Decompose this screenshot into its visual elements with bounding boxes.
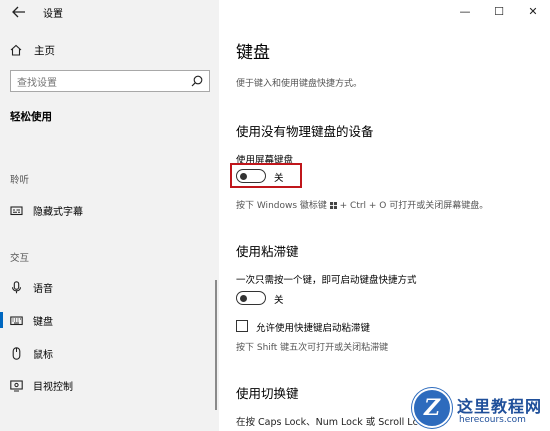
captions-icon <box>10 205 23 215</box>
sidebar-item-keyboard[interactable]: 键盘 <box>0 310 219 330</box>
sidebar-home-label: 主页 <box>34 44 55 57</box>
sidebar-item-label: 鼠标 <box>33 349 53 361</box>
eye-control-icon <box>10 379 23 391</box>
osk-toggle[interactable] <box>236 169 266 183</box>
osk-hint: 按下 Windows 徽标键 + Ctrl + O 可打开或关闭屏幕键盘。 <box>236 198 488 211</box>
osk-hint-before: 按下 Windows 徽标键 <box>236 201 330 211</box>
category-title: 轻松使用 <box>10 111 52 123</box>
sticky-toggle-state: 关 <box>274 295 284 306</box>
mouse-icon <box>12 346 21 360</box>
osk-toggle-state: 关 <box>274 173 284 184</box>
sticky-shortcut-checkbox[interactable] <box>236 320 248 332</box>
sidebar-item-speech[interactable]: 语音 <box>0 277 219 297</box>
window-title: 设置 <box>43 9 63 20</box>
sidebar: 设置 主页 轻松使用 聆听 隐藏式字幕 交互 语音 <box>0 0 219 431</box>
sticky-hint: 按下 Shift 键五次可打开或关闭粘滞键 <box>236 343 389 353</box>
watermark: Z 这里教程网 herecours.com <box>407 386 550 431</box>
page-description: 便于键入和使用键盘快捷方式。 <box>236 79 363 89</box>
sticky-toggle[interactable] <box>236 291 266 305</box>
osk-heading: 使用没有物理键盘的设备 <box>236 124 374 139</box>
watermark-url: herecours.com <box>459 415 526 425</box>
sidebar-scrollbar[interactable] <box>215 280 217 410</box>
sidebar-item-captions[interactable]: 隐藏式字幕 <box>0 200 219 220</box>
sidebar-item-label: 隐藏式字幕 <box>33 206 83 218</box>
sidebar-item-mouse[interactable]: 鼠标 <box>0 343 219 363</box>
sticky-toggle-label: 一次只需按一个键，即可启动键盘快捷方式 <box>236 275 417 286</box>
sidebar-item-label: 语音 <box>33 283 53 295</box>
keyboard-icon <box>10 315 23 325</box>
osk-hint-after: + Ctrl + O 可打开或关闭屏幕键盘。 <box>336 201 489 211</box>
watermark-name: 这里教程网 <box>457 397 543 416</box>
sidebar-item-eye-control[interactable]: 目视控制 <box>0 375 219 395</box>
page-title: 键盘 <box>236 43 270 63</box>
search-icon[interactable] <box>191 75 203 87</box>
sidebar-home[interactable]: 主页 <box>10 42 55 58</box>
sidebar-item-label: 键盘 <box>33 316 53 328</box>
microphone-icon <box>11 280 22 293</box>
home-icon <box>10 44 22 56</box>
sticky-shortcut-checkbox-label: 允许使用快捷键启动粘滞键 <box>256 323 371 334</box>
section-header-hearing: 聆听 <box>10 175 30 186</box>
toggle-keys-heading: 使用切换键 <box>236 386 299 401</box>
watermark-logo-letter: Z <box>423 395 441 421</box>
main-content: 键盘 便于键入和使用键盘快捷方式。 使用没有物理键盘的设备 使用屏幕键盘 关 按… <box>219 0 550 431</box>
watermark-logo: Z <box>412 388 452 428</box>
search-input[interactable] <box>11 73 181 94</box>
sticky-heading: 使用粘滞键 <box>236 244 299 259</box>
section-header-interaction: 交互 <box>10 253 30 264</box>
toggle-keys-text: 在按 Caps Lock、Num Lock 或 Scroll Lc <box>236 417 418 428</box>
back-arrow-icon[interactable] <box>12 6 26 18</box>
sidebar-item-label: 目视控制 <box>33 381 73 393</box>
windows-logo-icon <box>329 202 337 209</box>
search-box <box>10 70 210 94</box>
